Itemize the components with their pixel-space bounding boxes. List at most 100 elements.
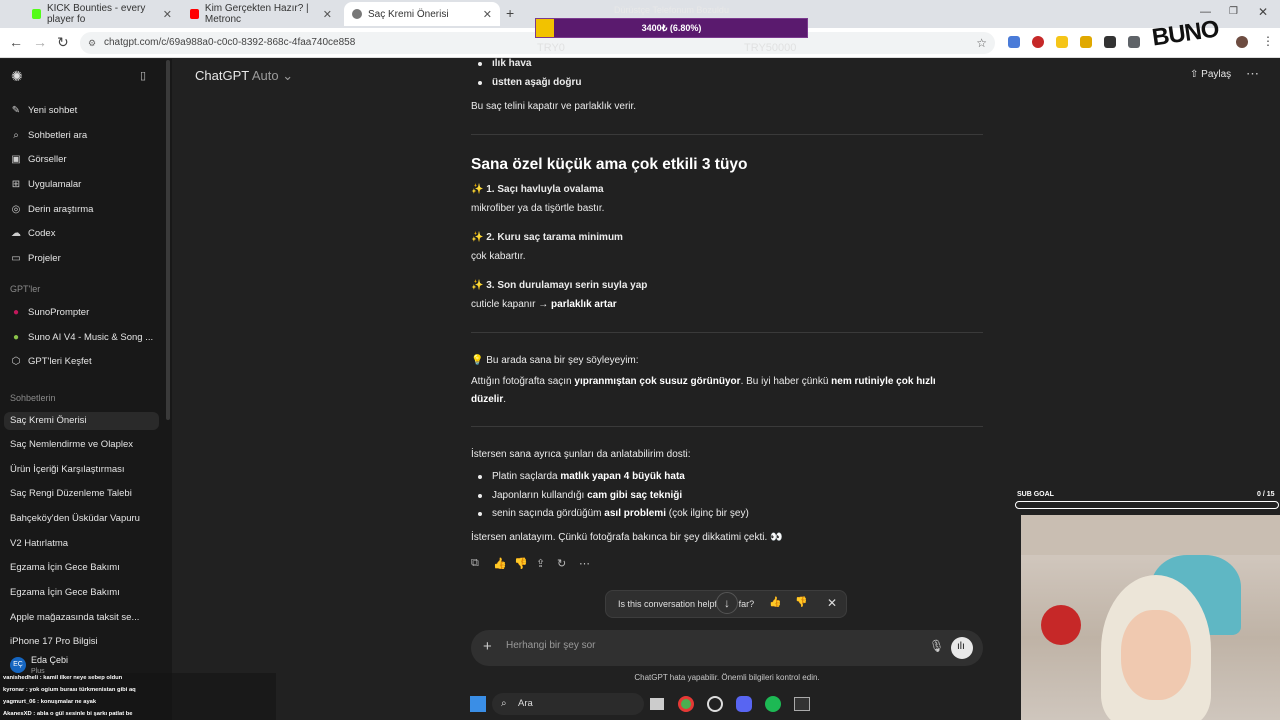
sidebar-chat-item[interactable]: Saç Nemlendirme ve Olaplex (10, 436, 133, 454)
model-selector[interactable]: ChatGPT Auto ⌄ (195, 68, 293, 84)
sidebar-chat-item-active[interactable]: Saç Kremi Önerisi (4, 412, 159, 430)
url-text: chatgpt.com/c/69a988a0-c0c0-8392-868c-4f… (104, 37, 356, 48)
youtube-icon (190, 9, 199, 19)
bullet-icon (478, 494, 482, 498)
spotify-icon[interactable] (765, 696, 781, 712)
sidebar-item-label: Derin araştırma (28, 203, 94, 215)
copy-icon[interactable]: ⧉ (471, 557, 479, 570)
sidebar-toggle-icon[interactable]: ▯ (140, 69, 146, 82)
poster (1041, 605, 1081, 645)
sidebar-item-codex[interactable]: ☁ Codex (10, 224, 55, 242)
note-text: . Bu iyi haber çünkü (740, 376, 832, 387)
app-icon[interactable] (707, 696, 723, 712)
terminal-icon[interactable] (794, 697, 810, 711)
taskbar-search-label: Ara (518, 698, 533, 709)
sidebar-chat-item[interactable]: Egzama İçin Gece Bakımı (10, 584, 120, 602)
tip-body: çok kabartır. (471, 251, 526, 262)
sidebar-chat-item[interactable]: Apple mağazasında taksit se... (10, 609, 139, 627)
list-item-text: Platin saçlarda (492, 471, 561, 482)
sidebar-scrollbar[interactable] (166, 60, 170, 420)
share-label: Paylaş (1201, 69, 1232, 80)
tip-body-text: cuticle kapanır → (471, 299, 552, 310)
sidebar-chat-item[interactable]: Ürün İçeriği Karşılaştırması (10, 461, 125, 479)
browser-menu-icon[interactable]: ⋮ (1262, 34, 1274, 48)
sidebar-item-apps[interactable]: ⊞ Uygulamalar (10, 175, 82, 193)
note-bold: düzelir (471, 394, 504, 405)
sidebar-gpt-item[interactable]: ● Suno AI V4 - Music & Song ... (10, 328, 153, 346)
close-icon[interactable]: ✕ (827, 596, 837, 610)
new-tab-button[interactable]: + (506, 5, 514, 21)
sidebar-item-label: GPT'leri Keşfet (28, 355, 92, 367)
profile-avatar[interactable] (1236, 36, 1248, 48)
user-avatar[interactable]: EÇ (10, 657, 26, 673)
bullet-icon (478, 475, 482, 479)
more-icon[interactable]: ⋯ (579, 557, 590, 570)
taskbar-search[interactable]: ⌕ Ara (492, 693, 644, 715)
bookmark-star-icon[interactable]: ☆ (976, 32, 987, 54)
back-icon[interactable]: ← (9, 34, 23, 50)
sidebar-chat-item[interactable]: Saç Rengi Düzenleme Talebi (10, 485, 132, 503)
reload-icon[interactable]: ↻ (57, 34, 69, 51)
prompt-input[interactable] (506, 640, 906, 651)
close-icon[interactable]: ✕ (163, 8, 172, 21)
maximize-button[interactable]: ❐ (1229, 6, 1238, 17)
sidebar-chat-item[interactable]: Bahçeköy'den Üsküdar Vapuru (10, 510, 140, 528)
thumbs-down-icon[interactable]: 👎 (514, 557, 528, 570)
note-paragraph: Attığın fotoğrafta saçın yıpranmıştan ço… (471, 373, 971, 409)
sidebar-gpt-item[interactable]: ● SunoPrompter (10, 303, 89, 321)
sidebar-explore-gpts[interactable]: ⬡ GPT'leri Keşfet (10, 352, 92, 370)
extension-icon[interactable] (1056, 36, 1068, 48)
scroll-down-button[interactable]: ↓ (716, 592, 738, 614)
sidebar-item-label: SunoPrompter (28, 306, 90, 318)
microphone-icon[interactable]: 🎙 (929, 639, 944, 653)
divider (471, 134, 983, 135)
sidebar-item-new-chat[interactable]: ✎ Yeni sohbet (10, 101, 78, 119)
thumbs-up-icon[interactable]: 👍 (769, 597, 781, 608)
extension-icon[interactable] (1080, 36, 1092, 48)
extensions-puzzle-icon[interactable] (1128, 36, 1140, 48)
browser-tab-active[interactable]: Saç Kremi Önerisi ✕ (344, 2, 500, 26)
apps-icon: ⊞ (11, 178, 21, 190)
sidebar-chat-item[interactable]: iPhone 17 Pro Bilgisi (10, 633, 98, 651)
divider (471, 332, 983, 333)
browser-tab[interactable]: KICK Bounties - every player fo ✕ (24, 2, 180, 26)
sidebar-item-images[interactable]: ▣ Görseller (10, 150, 66, 168)
extension-icon[interactable] (1032, 36, 1044, 48)
voice-mode-button[interactable]: ılı (951, 637, 973, 659)
share-icon[interactable]: ⇪ (536, 557, 545, 570)
browser-tab[interactable]: Kim Gerçekten Hazır? | Metronc ✕ (182, 2, 340, 26)
close-icon[interactable]: ✕ (483, 8, 492, 21)
sidebar-chat-item[interactable]: V2 Hatırlatma (10, 535, 68, 553)
task-view-icon[interactable] (650, 698, 664, 710)
thumbs-up-icon[interactable]: 👍 (493, 557, 507, 570)
composer: + 🎙 ılı (471, 630, 983, 666)
thumbs-down-icon[interactable]: 👎 (795, 597, 807, 608)
cube-icon: ⬡ (11, 355, 21, 367)
plus-icon[interactable]: + (483, 638, 492, 655)
openai-logo-icon[interactable]: ✺ (11, 68, 23, 85)
sidebar-item-search[interactable]: ⌕ Sohbetleri ara (10, 126, 87, 144)
extension-icon[interactable] (1104, 36, 1116, 48)
share-button[interactable]: ⇧ Paylaş (1190, 69, 1231, 80)
chrome-icon[interactable] (678, 696, 694, 712)
note-title: 💡 Bu arada sana bir şey söyleyeyim: (471, 355, 639, 366)
sidebar-item-deep-research[interactable]: ◎ Derin araştırma (10, 200, 94, 218)
windows-start-icon[interactable] (470, 696, 486, 712)
translate-icon[interactable] (1008, 36, 1020, 48)
user-name[interactable]: Eda Çebi (31, 655, 68, 665)
sidebar-item-projects[interactable]: ▭ Projeler (10, 249, 60, 267)
sidebar-chat-item[interactable]: Egzama İçin Gece Bakımı (10, 559, 120, 577)
chevron-down-icon: ⌄ (282, 68, 294, 83)
tab-title: Kim Gerçekten Hazır? | Metronc (204, 3, 309, 25)
window-close-button[interactable]: ✕ (1258, 5, 1268, 19)
forward-icon[interactable]: → (33, 34, 47, 50)
donation-goal-min: TRY0 (537, 42, 565, 54)
regenerate-icon[interactable]: ↻ (557, 557, 566, 570)
site-info-icon[interactable]: ⚙ (88, 32, 96, 54)
discord-icon[interactable] (736, 696, 752, 712)
webcam-feed (1021, 515, 1280, 720)
chat-line: kyronar : yok ogium burası türkmenistan … (3, 687, 136, 693)
more-options-icon[interactable]: ⋯ (1246, 66, 1259, 82)
close-icon[interactable]: ✕ (323, 8, 332, 21)
gpt-avatar-icon: ● (12, 331, 20, 343)
